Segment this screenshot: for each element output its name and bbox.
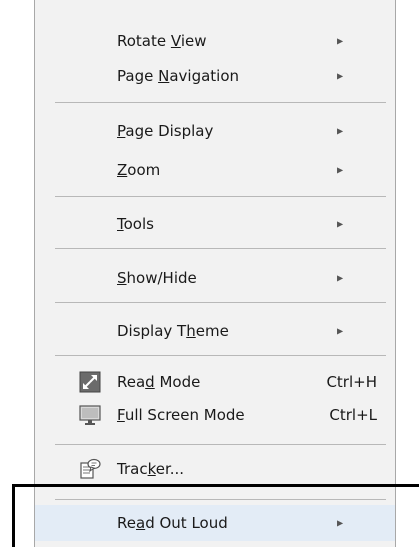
menu-item-read-mode[interactable]: Read Mode Ctrl+H bbox=[35, 365, 395, 399]
menu-item-label: Rotate View bbox=[117, 32, 207, 50]
menu-item-rotate-view[interactable]: Rotate View ▶ bbox=[35, 24, 395, 58]
shortcut-label: Ctrl+L bbox=[329, 406, 377, 424]
highlight-callout-box bbox=[12, 484, 419, 547]
shortcut-label: Ctrl+H bbox=[326, 373, 377, 391]
menu-separator bbox=[55, 248, 386, 249]
tracker-icon bbox=[79, 458, 101, 480]
menu-item-label: Zoom bbox=[117, 161, 161, 179]
menu-separator bbox=[55, 196, 386, 197]
menu-item-show-hide[interactable]: Show/Hide ▶ bbox=[35, 261, 395, 295]
submenu-arrow-icon: ▶ bbox=[337, 71, 344, 81]
submenu-arrow-icon: ▶ bbox=[337, 165, 344, 175]
submenu-arrow-icon: ▶ bbox=[337, 273, 344, 283]
submenu-arrow-icon: ▶ bbox=[337, 219, 344, 229]
read-mode-icon bbox=[79, 371, 101, 393]
menu-separator bbox=[55, 302, 386, 303]
menu-item-label: Display Theme bbox=[117, 322, 229, 340]
menu-item-label: Page Display bbox=[117, 122, 214, 140]
menu-item-tracker[interactable]: Tracker... bbox=[35, 452, 395, 486]
menu-item-page-display[interactable]: Page Display ▶ bbox=[35, 114, 395, 148]
menu-item-label: Tracker... bbox=[117, 460, 185, 478]
menu-item-label: Show/Hide bbox=[117, 269, 197, 287]
menu-separator bbox=[55, 355, 386, 356]
full-screen-icon bbox=[79, 404, 101, 426]
menu-item-display-theme[interactable]: Display Theme ▶ bbox=[35, 314, 395, 348]
menu-item-full-screen-mode[interactable]: Full Screen Mode Ctrl+L bbox=[35, 398, 395, 432]
submenu-arrow-icon: ▶ bbox=[337, 326, 344, 336]
menu-item-zoom[interactable]: Zoom ▶ bbox=[35, 153, 395, 187]
menu-item-label: Read Mode bbox=[117, 373, 201, 391]
view-context-menu: Rotate View ▶ Page Navigation ▶ Page Dis… bbox=[34, 0, 396, 547]
menu-item-page-navigation[interactable]: Page Navigation ▶ bbox=[35, 59, 395, 93]
menu-item-label: Tools bbox=[117, 215, 154, 233]
submenu-arrow-icon: ▶ bbox=[337, 36, 344, 46]
menu-item-tools[interactable]: Tools ▶ bbox=[35, 207, 395, 241]
submenu-arrow-icon: ▶ bbox=[337, 126, 344, 136]
menu-item-label: Full Screen Mode bbox=[117, 406, 245, 424]
menu-separator bbox=[55, 102, 386, 103]
menu-separator bbox=[55, 444, 386, 445]
menu-item-label: Page Navigation bbox=[117, 67, 240, 85]
